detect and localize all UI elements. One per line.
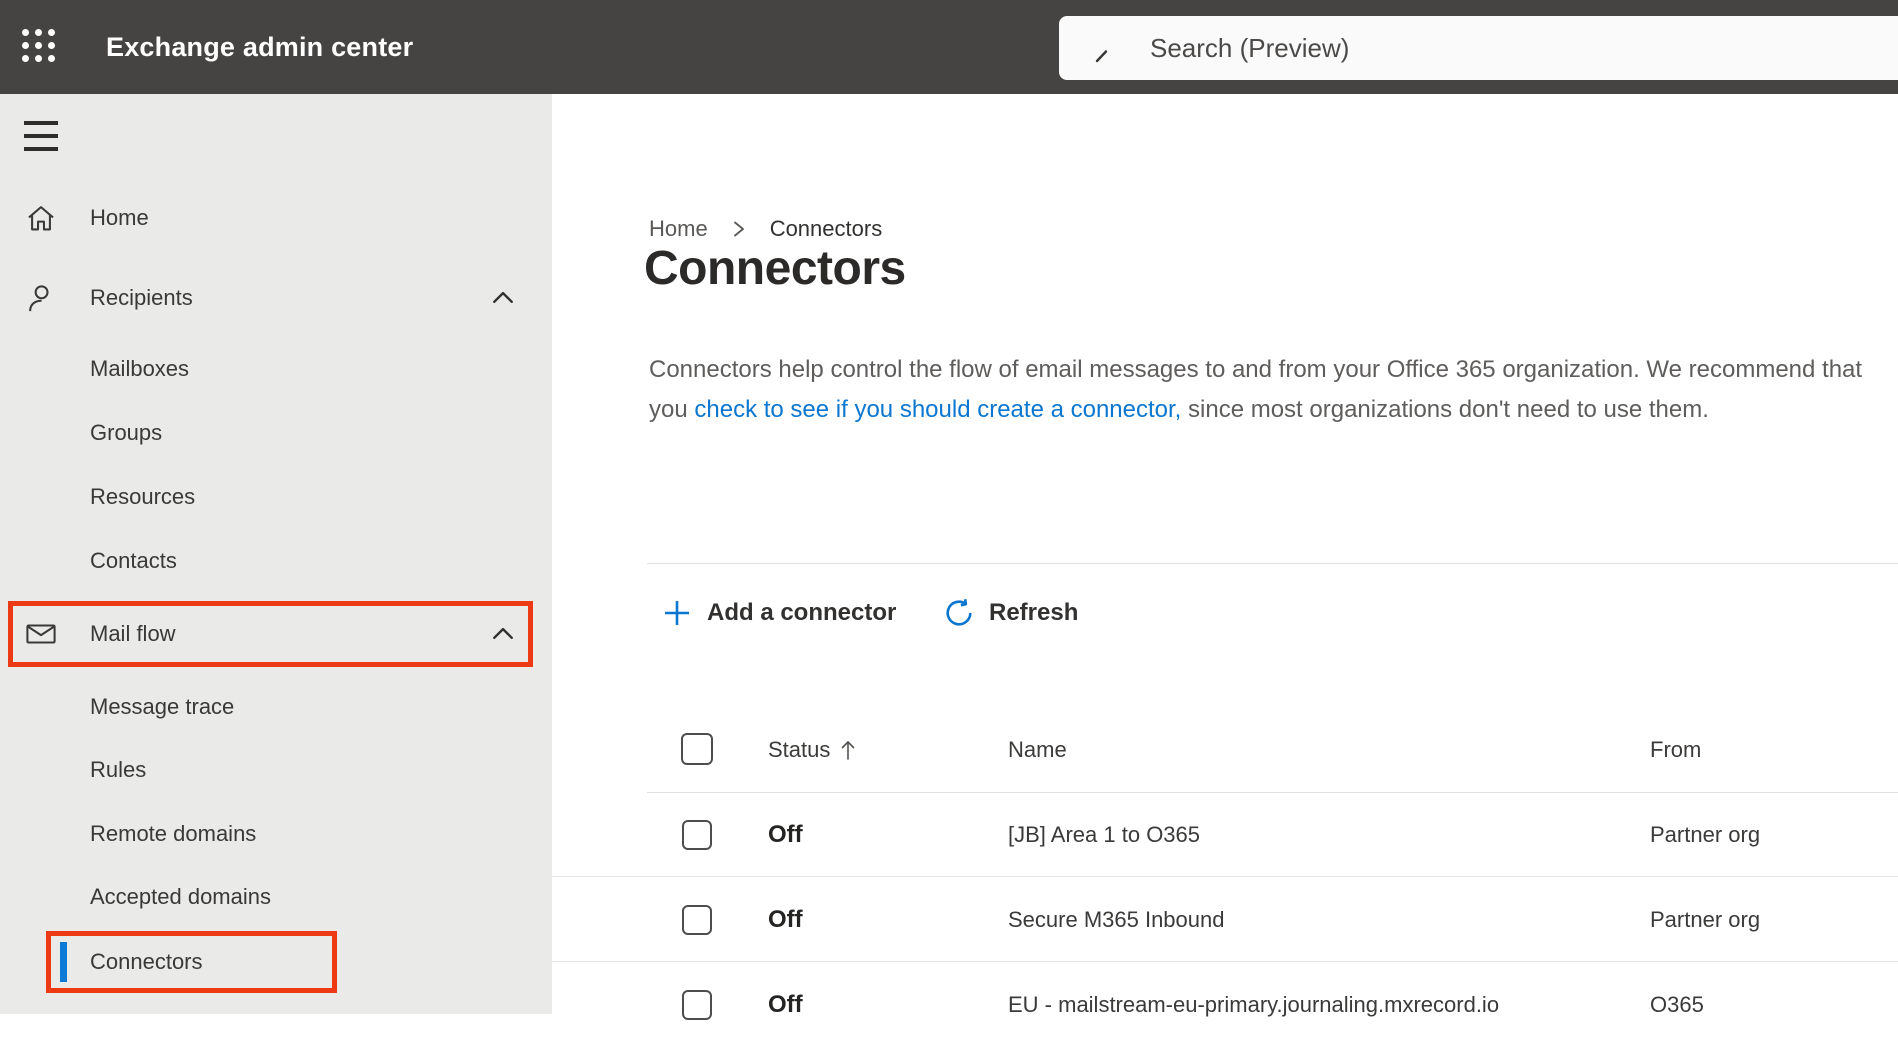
page-title: Connectors — [644, 242, 906, 295]
sidebar-item-label: Rules — [90, 757, 147, 782]
column-header-from[interactable]: From — [1650, 737, 1701, 763]
plus-icon — [665, 601, 689, 625]
sidebar-item-mailboxes[interactable]: Mailboxes — [0, 337, 552, 401]
cell-from: Partner org — [1650, 906, 1761, 932]
sidebar-item-label: Contacts — [90, 548, 177, 573]
cell-name[interactable]: EU - mailstream-eu-primary.journaling.mx… — [1008, 992, 1499, 1018]
column-header-status[interactable]: Status — [768, 737, 830, 763]
selected-indicator — [60, 942, 67, 982]
sidebar-item-label: Resources — [90, 484, 196, 509]
home-icon — [24, 201, 58, 235]
table-row[interactable]: Off EU - mailstream-eu-primary.journalin… — [552, 963, 1898, 1047]
breadcrumb-home-link[interactable]: Home — [649, 216, 708, 242]
cell-name[interactable]: [JB] Area 1 to O365 — [1008, 822, 1200, 848]
search-icon — [1095, 50, 1108, 63]
top-bar: Exchange admin center — [0, 0, 1898, 94]
description-text-after: since most organizations don't need to u… — [1181, 396, 1709, 423]
column-header-name[interactable]: Name — [1008, 737, 1067, 763]
sidebar-item-message-trace[interactable]: Message trace — [0, 675, 552, 739]
mail-icon — [24, 617, 58, 651]
row-checkbox[interactable] — [682, 990, 712, 1020]
sidebar-item-remote-domains[interactable]: Remote domains — [0, 802, 552, 866]
chevron-up-icon[interactable] — [490, 621, 516, 647]
refresh-icon — [946, 599, 972, 626]
sidebar-item-label: Message trace — [90, 694, 235, 719]
sort-ascending-icon[interactable] — [840, 738, 856, 762]
sidebar-item-connectors[interactable]: Connectors — [0, 930, 552, 994]
cell-name[interactable]: Secure M365 Inbound — [1008, 907, 1225, 933]
cell-status: Off — [768, 820, 803, 848]
breadcrumb-current: Connectors — [769, 216, 883, 241]
sidebar-item-label: Remote domains — [90, 821, 257, 846]
row-checkbox[interactable] — [682, 819, 712, 850]
chevron-right-icon — [733, 221, 744, 237]
cell-from: O365 — [1650, 992, 1704, 1017]
menu-toggle-icon[interactable] — [24, 121, 58, 151]
search-box[interactable] — [1059, 16, 1898, 80]
sidebar-item-label: Home — [90, 205, 149, 230]
sidebar-item-label: Accepted domains — [90, 884, 271, 909]
page-description: Connectors help control the flow of emai… — [649, 350, 1867, 430]
table-row[interactable]: Off [JB] Area 1 to O365 Partner org — [552, 793, 1898, 877]
sidebar-item-home[interactable]: Home — [0, 186, 552, 250]
sidebar-item-label: Recipients — [90, 285, 193, 310]
app-launcher-icon[interactable] — [22, 29, 59, 66]
cell-from: Partner org — [1650, 821, 1761, 847]
sidebar-item-label: Mailboxes — [90, 356, 190, 381]
table-row[interactable]: Off Secure M365 Inbound Partner org — [552, 878, 1898, 962]
refresh-button[interactable]: Refresh — [944, 593, 1078, 633]
sidebar-item-accepted-domains[interactable]: Accepted domains — [0, 865, 552, 929]
table-header: Status Name From — [552, 733, 1898, 767]
cell-status: Off — [768, 905, 803, 933]
main-content: Home Connectors Connectors Connectors he… — [552, 94, 1898, 1020]
sidebar-item-label: Groups — [90, 420, 163, 445]
sidebar-item-resources[interactable]: Resources — [0, 465, 552, 529]
search-input[interactable] — [1150, 32, 1750, 64]
select-all-checkbox[interactable] — [681, 733, 713, 765]
sidebar-item-label: Connectors — [90, 949, 203, 974]
sidebar-item-recipients[interactable]: Recipients — [0, 266, 552, 330]
cell-status: Off — [768, 991, 803, 1018]
divider — [647, 563, 1898, 564]
sidebar-item-groups[interactable]: Groups — [0, 401, 552, 465]
person-icon — [24, 281, 58, 315]
sidebar-nav: Home Recipients Mailboxes Groups Resourc… — [0, 94, 552, 1014]
sidebar-item-contacts[interactable]: Contacts — [0, 529, 552, 593]
sidebar-item-mail-flow[interactable]: Mail flow — [0, 602, 552, 666]
row-checkbox[interactable] — [682, 904, 712, 935]
sidebar-item-rules[interactable]: Rules — [0, 738, 552, 802]
app-title: Exchange admin center — [106, 31, 414, 62]
chevron-up-icon[interactable] — [490, 285, 516, 311]
add-connector-label: Add a connector — [707, 599, 897, 626]
sidebar-item-label: Mail flow — [90, 621, 176, 646]
refresh-label: Refresh — [989, 599, 1079, 626]
add-connector-button[interactable]: Add a connector — [662, 593, 896, 633]
create-connector-check-link[interactable]: check to see if you should create a conn… — [694, 396, 1181, 423]
